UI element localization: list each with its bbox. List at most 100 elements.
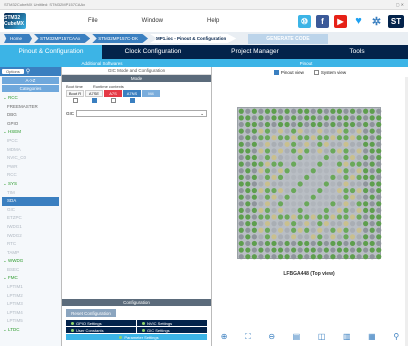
bga-pin[interactable] [376, 187, 382, 194]
tab-project-manager[interactable]: Project Manager [204, 45, 306, 59]
bga-pin[interactable] [271, 234, 277, 240]
bga-pin[interactable] [238, 161, 244, 167]
bga-pin[interactable] [336, 135, 343, 141]
bga-pin[interactable] [238, 154, 244, 161]
bga-pin[interactable] [363, 141, 369, 147]
bga-pin[interactable] [291, 194, 297, 200]
tree-item[interactable]: IPCC [2, 137, 59, 146]
bga-pin[interactable] [317, 148, 323, 154]
bga-pin[interactable] [238, 128, 244, 134]
bga-pin[interactable] [356, 121, 362, 128]
bga-pin[interactable] [245, 254, 251, 260]
bga-pin[interactable] [349, 181, 356, 187]
bga-pin[interactable] [277, 201, 284, 207]
categories-button[interactable]: Categories [2, 85, 59, 92]
bga-pin[interactable] [277, 181, 284, 187]
bga-pin[interactable] [369, 214, 375, 220]
bga-pin[interactable] [356, 234, 362, 240]
bga-pin[interactable] [245, 234, 251, 240]
bga-pin[interactable] [363, 201, 369, 207]
bga-pin[interactable] [264, 174, 271, 180]
youtube-icon[interactable]: ▶ [334, 14, 347, 28]
bga-pin[interactable] [336, 121, 343, 128]
bga-pin[interactable] [277, 128, 284, 134]
bga-pin[interactable] [363, 148, 369, 154]
bga-pin[interactable] [271, 187, 277, 194]
bga-pin[interactable] [323, 207, 329, 214]
bga-pin[interactable] [343, 194, 349, 200]
bga-pin[interactable] [245, 115, 251, 121]
bga-pin[interactable] [323, 128, 329, 134]
bga-pin[interactable] [238, 121, 244, 128]
bga-pin[interactable] [245, 201, 251, 207]
bga-pin[interactable] [310, 121, 316, 128]
tree-item[interactable]: LPTIM4 [2, 309, 59, 318]
bga-pin[interactable] [264, 141, 271, 147]
bga-pin[interactable] [363, 174, 369, 180]
bga-pin[interactable] [356, 174, 362, 180]
bga-pin[interactable] [317, 240, 323, 247]
bga-pin[interactable] [356, 221, 362, 227]
bga-pin[interactable] [245, 128, 251, 134]
bga-pin[interactable] [349, 201, 356, 207]
bga-pin[interactable] [297, 187, 303, 194]
bga-pin[interactable] [264, 154, 271, 161]
bga-pin[interactable] [363, 161, 369, 167]
bga-pin[interactable] [264, 135, 271, 141]
bga-pin[interactable] [376, 247, 382, 253]
bga-pin[interactable] [336, 148, 343, 154]
bga-pin[interactable] [369, 227, 375, 233]
bga-pin[interactable] [291, 227, 297, 233]
bga-grid[interactable] [237, 107, 382, 260]
bga-pin[interactable] [323, 201, 329, 207]
bga-pin[interactable] [336, 201, 343, 207]
bga-pin[interactable] [343, 214, 349, 220]
bga-pin[interactable] [284, 227, 290, 233]
bga-pin[interactable] [369, 168, 375, 174]
gic-select[interactable]: ⌄ [76, 110, 207, 117]
bga-pin[interactable] [264, 221, 271, 227]
bga-pin[interactable] [323, 148, 329, 154]
bga-pin[interactable] [297, 174, 303, 180]
bga-pin[interactable] [356, 240, 362, 247]
bga-pin[interactable] [369, 240, 375, 247]
bga-pin[interactable] [356, 154, 362, 161]
bga-pin[interactable] [304, 221, 310, 227]
bga-pin[interactable] [349, 174, 356, 180]
bga-pin[interactable] [330, 174, 336, 180]
bga-pin[interactable] [245, 181, 251, 187]
bga-pin[interactable] [330, 128, 336, 134]
bga-pin[interactable] [343, 161, 349, 167]
bga-pin[interactable] [317, 154, 323, 161]
bga-pin[interactable] [297, 240, 303, 247]
tree-item[interactable]: RCC [2, 171, 59, 180]
bga-pin[interactable] [304, 141, 310, 147]
bga-pin[interactable] [376, 201, 382, 207]
crumb-home[interactable]: Home [4, 34, 33, 43]
bga-pin[interactable] [258, 121, 264, 128]
bga-pin[interactable] [258, 181, 264, 187]
bga-pin[interactable] [310, 168, 316, 174]
bga-pin[interactable] [304, 128, 310, 134]
bga-pin[interactable] [336, 141, 343, 147]
bga-pin[interactable] [284, 135, 290, 141]
context-checkbox[interactable] [104, 97, 122, 103]
bga-pin[interactable] [251, 187, 257, 194]
bga-pin[interactable] [310, 135, 316, 141]
bga-pin[interactable] [330, 154, 336, 161]
bga-pin[interactable] [369, 148, 375, 154]
bga-pin[interactable] [291, 174, 297, 180]
bga-pin[interactable] [330, 161, 336, 167]
bga-pin[interactable] [291, 221, 297, 227]
bga-pin[interactable] [291, 207, 297, 214]
bga-pin[interactable] [264, 128, 271, 134]
bga-pin[interactable] [363, 240, 369, 247]
bga-pin[interactable] [258, 194, 264, 200]
bga-pin[interactable] [277, 135, 284, 141]
tree-item[interactable]: LPTIM3 [2, 300, 59, 309]
bga-pin[interactable] [264, 201, 271, 207]
bga-pin[interactable] [284, 181, 290, 187]
bga-pin[interactable] [238, 254, 244, 260]
bga-pin[interactable] [271, 121, 277, 128]
bga-pin[interactable] [349, 121, 356, 128]
